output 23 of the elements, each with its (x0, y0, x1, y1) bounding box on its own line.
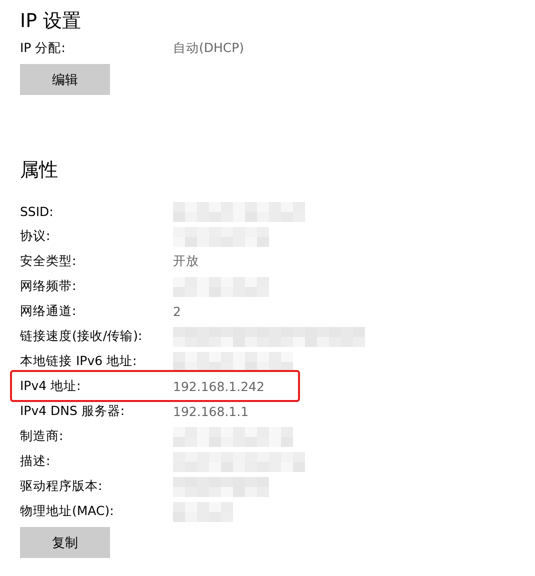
property-label: 物理地址(MAC): (20, 503, 115, 520)
field-value: 自动(DHCP) (173, 40, 244, 57)
property-label: SSID: (20, 204, 54, 219)
property-label: 网络频带: (20, 278, 78, 295)
property-value: 192.168.1.1 (173, 404, 249, 419)
copy-button[interactable]: 复制 (20, 527, 110, 558)
property-value: 192.168.1.242 (173, 379, 264, 394)
property-value: 开放 (173, 253, 199, 270)
property-label: IPv4 DNS 服务器: (20, 403, 126, 420)
field-label: IP 分配: (20, 40, 66, 57)
property-label: 网络通道: (20, 303, 78, 320)
property-value: 2 (173, 304, 181, 319)
property-label: 描述: (20, 453, 52, 470)
section-title: IP 设置 (20, 9, 82, 34)
property-label: 协议: (20, 228, 52, 245)
edit-button[interactable]: 编辑 (20, 64, 110, 95)
property-label: 本地链接 IPv6 地址: (20, 353, 138, 370)
property-label: IPv4 地址: (20, 378, 82, 395)
section-title: 属性 (20, 158, 59, 183)
property-label: 链接速度(接收/传输): (20, 328, 144, 345)
property-label: 制造商: (20, 428, 64, 445)
property-label: 安全类型: (20, 253, 78, 270)
property-label: 驱动程序版本: (20, 478, 104, 495)
